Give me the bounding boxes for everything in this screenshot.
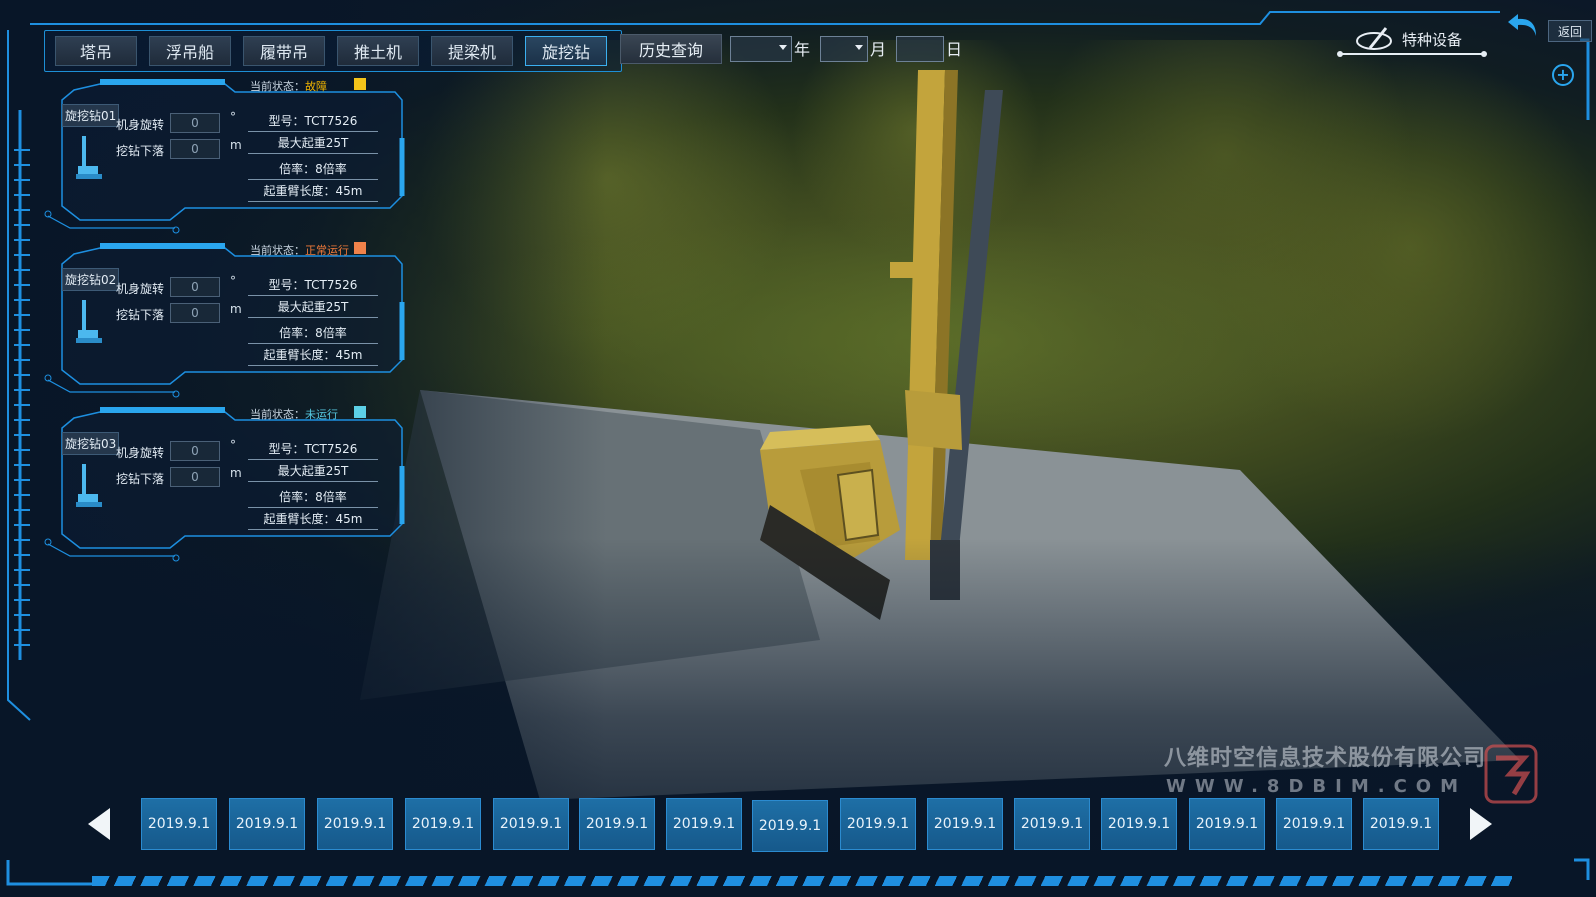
bottom-stripe [92,876,1512,886]
date-item[interactable]: 2019.9.1 [317,798,393,850]
date-item[interactable]: 2019.9.1 [1189,798,1265,850]
status-prefix: 当前状态： [250,80,305,93]
history-query-button[interactable]: 历史查询 [620,34,722,64]
spec-ratio: 倍率：8倍率 [248,488,378,508]
device-card: 当前状态：故障 旋挖钻01 机身旋转 0 ° 挖钻下落 0 m 型号：TCT75… [40,78,410,246]
drop-label: 挖钻下落 [116,472,165,486]
spec-max-load: 最大起重25T [248,298,378,318]
spec-model: 型号：TCT7526 [248,276,378,296]
company-watermark: 八维时空信息技术股份有限公司 [1164,746,1487,771]
spec-max-load: 最大起重25T [248,462,378,482]
back-button[interactable]: 返回 [1548,20,1592,42]
rotation-label: 机身旋转 [116,282,165,296]
rig-icon [76,136,102,179]
device-card: 当前状态：正常运行 旋挖钻02 机身旋转 0 ° 挖钻下落 0 m 型号：TCT… [40,242,410,410]
date-item[interactable]: 2019.9.1 [493,798,569,850]
company-logo-icon [1484,744,1538,804]
device-name: 旋挖钻01 [62,104,120,127]
brand-logo-icon [1356,27,1392,50]
date-item[interactable]: 2019.9.1 [1363,798,1439,850]
url-watermark: WWW.8DBIM.COM [1166,776,1467,797]
rotation-unit: ° [230,110,236,124]
tab-beam-lifter[interactable]: 提梁机 [431,36,513,66]
drop-label: 挖钻下落 [116,144,165,158]
status-swatch [354,242,366,254]
date-item[interactable]: 2019.9.1 [1101,798,1177,850]
tab-tower-crane[interactable]: 塔吊 [55,36,137,66]
date-item[interactable]: 2019.9.1 [752,800,828,852]
dropdown-arrow-icon [779,45,787,50]
spec-boom-length: 起重臂长度：45m [248,346,378,366]
device-status: 当前状态：未运行 [250,406,338,422]
spec-model: 型号：TCT7526 [248,112,378,132]
day-input[interactable] [896,36,944,62]
equipment-tabs: 塔吊 浮吊船 履带吊 推土机 提梁机 旋挖钻 [44,30,622,72]
drop-label: 挖钻下落 [116,308,165,322]
status-prefix: 当前状态： [250,408,305,421]
date-item[interactable]: 2019.9.1 [229,798,305,850]
drop-unit: m [230,302,242,316]
device-card: 当前状态：未运行 旋挖钻03 机身旋转 0 ° 挖钻下落 0 m 型号：TCT7… [40,406,410,574]
year-select[interactable] [730,36,792,62]
date-item[interactable]: 2019.9.1 [405,798,481,850]
date-item[interactable]: 2019.9.1 [927,798,1003,850]
date-item[interactable]: 2019.9.1 [840,798,916,850]
date-item[interactable]: 2019.9.1 [141,798,217,850]
rotation-unit: ° [230,274,236,288]
brand-label: 特种设备 [1402,30,1463,49]
drop-unit: m [230,466,242,480]
rotation-unit: ° [230,438,236,452]
year-unit-label: 年 [794,40,811,59]
spec-ratio: 倍率：8倍率 [248,160,378,180]
rotation-label: 机身旋转 [116,446,165,460]
device-status: 当前状态：正常运行 [250,242,349,258]
rig-icon [76,300,102,343]
drop-value-field[interactable]: 0 [170,139,220,159]
spec-max-load: 最大起重25T [248,134,378,154]
date-item[interactable]: 2019.9.1 [666,798,742,850]
brand-area: 特种设备 [1356,24,1496,54]
date-item[interactable]: 2019.9.1 [1276,798,1352,850]
status-swatch [354,78,366,90]
spec-boom-length: 起重臂长度：45m [248,182,378,202]
status-value: 故障 [305,80,327,93]
device-name: 旋挖钻02 [62,268,120,291]
rig-icon [76,464,102,507]
month-select[interactable] [820,36,868,62]
day-unit-label: 日 [946,40,963,59]
device-status: 当前状态：故障 [250,78,327,94]
month-unit-label: 月 [870,40,887,59]
tab-crawler-crane[interactable]: 履带吊 [243,36,325,66]
rotation-value-field[interactable]: 0 [170,277,220,297]
back-arrow-icon[interactable] [1506,10,1540,40]
device-name: 旋挖钻03 [62,432,120,455]
date-item[interactable]: 2019.9.1 [1014,798,1090,850]
drop-value-field[interactable]: 0 [170,467,220,487]
next-arrow-icon[interactable] [1470,808,1492,840]
status-value: 正常运行 [305,244,349,257]
drop-value-field[interactable]: 0 [170,303,220,323]
rotation-value-field[interactable]: 0 [170,441,220,461]
date-item[interactable]: 2019.9.1 [579,798,655,850]
dropdown-arrow-icon [855,45,863,50]
tab-bulldozer[interactable]: 推土机 [337,36,419,66]
rotation-label: 机身旋转 [116,118,165,132]
spec-ratio: 倍率：8倍率 [248,324,378,344]
status-prefix: 当前状态： [250,244,305,257]
drop-unit: m [230,138,242,152]
rotation-value-field[interactable]: 0 [170,113,220,133]
plus-circle-icon[interactable]: + [1552,64,1574,86]
tab-floating-crane[interactable]: 浮吊船 [149,36,231,66]
prev-arrow-icon[interactable] [88,808,110,840]
status-value: 未运行 [305,408,338,421]
spec-model: 型号：TCT7526 [248,440,378,460]
status-swatch [354,406,366,418]
tab-rotary-drill[interactable]: 旋挖钻 [525,36,607,66]
spec-boom-length: 起重臂长度：45m [248,510,378,530]
